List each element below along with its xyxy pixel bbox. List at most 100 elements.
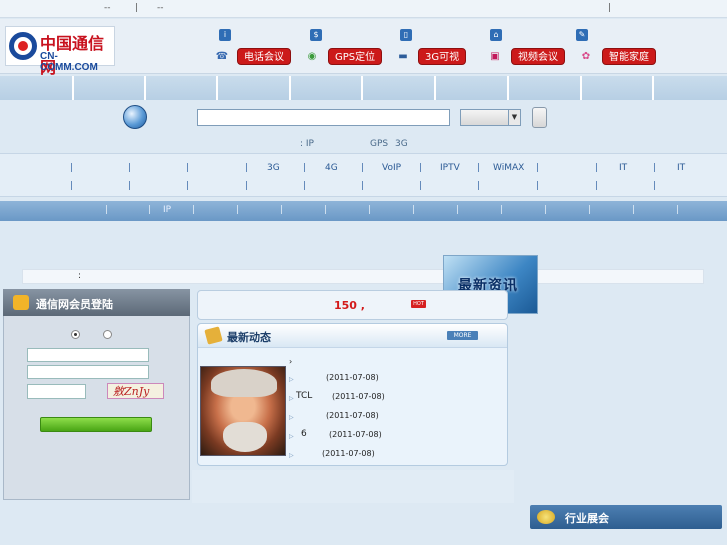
news-item-5-date[interactable]: (2011-07-08) [329, 430, 382, 439]
feature-button-gps[interactable]: GPS定位 [328, 48, 383, 65]
category-4g[interactable]: 4G [325, 163, 338, 173]
feature-button-video-conference[interactable]: 视频会议 [511, 48, 565, 65]
video-icon: ▣ [490, 51, 500, 62]
car-icon: ▬ [398, 51, 408, 62]
news-item-2-date[interactable]: (2011-07-08) [326, 373, 379, 382]
cat-sep: | [361, 181, 365, 191]
cat-sep: | [595, 163, 599, 173]
top-link-1[interactable]: -- [104, 3, 111, 13]
content-panel [192, 470, 514, 503]
cat-sep: | [303, 163, 307, 173]
search-button[interactable] [532, 107, 547, 128]
captcha-field[interactable] [27, 384, 86, 399]
edit-icon[interactable]: ✎ [576, 29, 588, 41]
cat-sep: | [70, 181, 74, 191]
news-item-3-prefix[interactable]: TCL [296, 391, 312, 401]
news-scroll-icon [204, 326, 223, 345]
cat-sep: | [536, 163, 540, 173]
login-type-radio-2[interactable] [103, 330, 112, 339]
hot-tag-ip[interactable]: : IP [300, 139, 314, 149]
member-login-header: 通信网会员登陆 [3, 289, 190, 316]
cat-sep: | [128, 181, 132, 191]
site-logo[interactable]: 中国通信网 CN-COMM.COM [5, 26, 115, 77]
hot-tag-3g[interactable]: 3G [395, 139, 408, 149]
login-button[interactable] [40, 417, 152, 432]
info-icon[interactable]: i [219, 29, 231, 41]
home-nav-icon[interactable]: ⌂ [490, 29, 502, 41]
nav-divider [144, 76, 146, 100]
password-field[interactable] [27, 365, 149, 379]
news-ticker[interactable]: : [22, 269, 704, 284]
triangle-icon: ▷ [289, 452, 294, 459]
chevron-down-icon: ▼ [508, 110, 520, 125]
bluebar-sep: | [280, 205, 284, 215]
latest-news-title: 最新动态 [227, 331, 271, 344]
bluebar-sep: | [105, 205, 109, 215]
category-voip[interactable]: VoIP [382, 163, 401, 173]
bluebar-sep: | [324, 205, 328, 215]
photo-detail [211, 369, 277, 397]
hot-badge: HOT [411, 300, 426, 308]
notice-bar[interactable]: 150 , HOT [197, 290, 508, 320]
category-wimax[interactable]: WiMAX [493, 163, 524, 173]
nav-divider [72, 76, 74, 100]
main-nav-bar [0, 76, 727, 100]
photo-detail [223, 422, 267, 452]
cat-sep: | [419, 181, 423, 191]
nav-divider [434, 76, 436, 100]
search-input[interactable] [197, 109, 450, 126]
bluebar-sep: | [236, 205, 240, 215]
top-link-2[interactable]: -- [157, 3, 164, 13]
username-field[interactable] [27, 348, 149, 362]
cat-sep: | [70, 163, 74, 173]
cat-sep: | [477, 163, 481, 173]
nav-divider [289, 76, 291, 100]
feature-button-3g-video[interactable]: 3G可视 [418, 48, 467, 65]
cat-sep: | [128, 163, 132, 173]
category-iptv[interactable]: IPTV [440, 163, 460, 173]
login-type-radio-1[interactable] [71, 330, 80, 339]
hot-tag-gps[interactable]: GPS [370, 139, 388, 149]
news-ticker-label: : [78, 271, 82, 281]
cat-sep: | [186, 163, 190, 173]
cat-sep: | [186, 181, 190, 191]
category-it-1[interactable]: IT [619, 163, 627, 173]
mobile-icon[interactable]: ▯ [400, 29, 412, 41]
triangle-icon: ▷ [289, 395, 294, 402]
bluebar-sep: | [588, 205, 592, 215]
news-photo[interactable] [200, 366, 286, 456]
captcha-image[interactable]: 敫ZnJy [107, 383, 164, 399]
dollar-icon[interactable]: $ [310, 29, 322, 41]
secondary-nav-bar [0, 201, 727, 221]
cat-sep: | [653, 163, 657, 173]
industry-expo-header[interactable]: 行业展会 [530, 505, 722, 529]
bluebar-sep: | [148, 205, 152, 215]
news-item-5-prefix[interactable]: 6 [301, 429, 307, 439]
category-it-2[interactable]: IT [677, 163, 685, 173]
search-category-select[interactable]: ▼ [460, 109, 521, 126]
bluebar-sep: | [192, 205, 196, 215]
triangle-icon: ▷ [289, 376, 294, 383]
phone-icon: ☎ [215, 51, 229, 62]
cat-sep: | [653, 181, 657, 191]
bluebar-sep: | [500, 205, 504, 215]
feature-button-smart-home[interactable]: 智能家庭 [602, 48, 656, 65]
feature-button-phone-conference[interactable]: 电话会议 [237, 48, 291, 65]
member-login-title: 通信网会员登陆 [36, 298, 113, 311]
news-item-6-date[interactable]: (2011-07-08) [322, 449, 375, 458]
bluebar-sep: | [544, 205, 548, 215]
nav-divider [361, 76, 363, 100]
cat-sep: | [245, 181, 249, 191]
more-button[interactable]: MORE [447, 331, 478, 340]
nav-divider [216, 76, 218, 100]
category-3g[interactable]: 3G [267, 163, 280, 173]
home-icon: ✿ [581, 51, 591, 62]
top-utility-bar: -- | -- | [0, 0, 727, 18]
cat-sep: | [477, 181, 481, 191]
bluebar-sep: | [368, 205, 372, 215]
bluebar-sep: | [456, 205, 460, 215]
bluebar-link-ip[interactable]: IP [163, 205, 171, 215]
news-item-4-date[interactable]: (2011-07-08) [326, 411, 379, 420]
news-item-3-date[interactable]: (2011-07-08) [332, 392, 385, 401]
expo-leaf-icon [537, 510, 555, 524]
